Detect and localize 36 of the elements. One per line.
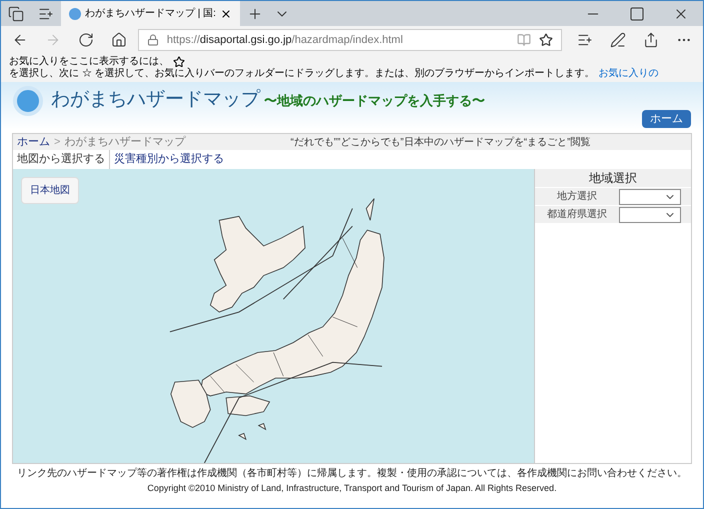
favorites-icon[interactable] bbox=[576, 32, 593, 48]
copyright-notice: リンク先のハザードマップ等の著作権は作成機関（各市町村等）に帰属します。複製・使用の承認については、各作成機関にお問い合わせください。 bbox=[17, 468, 687, 480]
url-text: https://disaportal.gsi.go.jp/hazardmap/index.html bbox=[166, 32, 404, 48]
copyright-text: Copyright ©2010 Ministry of Land, Infrastructure, Transport and Tourism of Japan. All Rights Reserved. bbox=[147, 482, 557, 494]
select-field[interactable] bbox=[619, 188, 681, 204]
breadcrumb-current: わがまちハザードマップ bbox=[64, 134, 186, 150]
address-bar[interactable]: https://disaportal.gsi.go.jp/hazardmap/index.html bbox=[138, 29, 562, 51]
japan-map-button[interactable]: 日本地図 bbox=[21, 177, 79, 204]
panel-title: 地域選択 bbox=[535, 169, 691, 187]
maximize-icon[interactable] bbox=[629, 6, 645, 22]
site-favicon bbox=[69, 8, 81, 20]
field-label: 地方選択 bbox=[556, 190, 598, 204]
pen-icon[interactable] bbox=[610, 32, 626, 48]
favorites-hint: お気に入りをここに表示するには、 bbox=[9, 56, 169, 68]
home-icon[interactable] bbox=[111, 32, 128, 48]
star-icon bbox=[173, 56, 185, 68]
breadcrumb-link[interactable]: ホーム bbox=[17, 134, 50, 150]
close-icon[interactable] bbox=[220, 8, 232, 20]
site-subtitle: 〜地域のハザードマップを入手する〜 bbox=[264, 92, 485, 110]
select-field[interactable] bbox=[619, 206, 681, 222]
map-area[interactable]: 日本地図 bbox=[13, 169, 534, 463]
breadcrumb-separator: > bbox=[54, 134, 60, 150]
tab-title: わがまちハザードマップ | 国: bbox=[85, 6, 216, 21]
share-icon[interactable] bbox=[643, 32, 660, 48]
field-label: 都道府県選択 bbox=[546, 208, 608, 222]
favorites-link[interactable]: お気に入りの bbox=[598, 68, 659, 80]
logo-icon bbox=[13, 86, 43, 116]
home-button[interactable]: ホーム bbox=[642, 110, 691, 128]
tabs-icon[interactable] bbox=[8, 6, 24, 22]
favorites-hint: を選択し、次に ☆ を選択して、お気に入りバーのフォルダーにドラッグします。または、別のブラウザーからインポートします。 bbox=[9, 68, 595, 80]
refresh-icon[interactable] bbox=[78, 32, 94, 48]
star-icon[interactable] bbox=[539, 33, 554, 47]
site-title: わがまちハザードマップ bbox=[51, 88, 260, 112]
lock-icon bbox=[146, 34, 159, 46]
browser-tab[interactable]: わがまちハザードマップ | 国: bbox=[61, 1, 240, 26]
tagline: “だれでも””どこからでも”日本中のハザードマップを“まるごと”閲覧 bbox=[290, 136, 590, 150]
